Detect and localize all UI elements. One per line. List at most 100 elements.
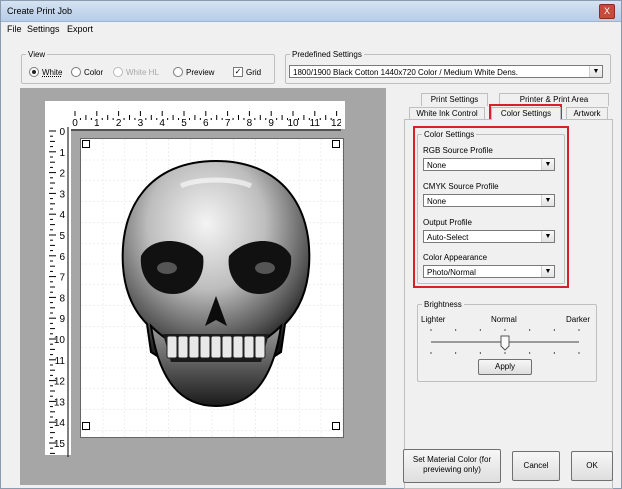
slider-tick — [553, 329, 555, 331]
cmyk-source-label: CMYK Source Profile — [423, 182, 499, 191]
cmyk-source-select[interactable]: None ▼ — [423, 194, 555, 207]
brightness-lighter-label: Lighter — [421, 315, 446, 324]
output-profile-select[interactable]: Auto-Select ▼ — [423, 230, 555, 243]
ruler-label: 3 — [59, 189, 65, 200]
ruler-label: 2 — [59, 169, 65, 180]
ruler-label: 0 — [59, 127, 65, 138]
chevron-down-icon: ▼ — [541, 266, 554, 277]
chevron-down-icon: ▼ — [541, 231, 554, 242]
slider-tick — [455, 329, 457, 331]
ok-button[interactable]: OK — [571, 451, 613, 481]
rgb-source-label: RGB Source Profile — [423, 146, 493, 155]
radio-white[interactable]: White — [29, 67, 62, 77]
ruler-label: 12 — [54, 377, 66, 388]
radio-indicator — [173, 67, 183, 77]
resize-handle[interactable] — [332, 422, 340, 430]
radio-color[interactable]: Color — [71, 67, 103, 77]
radio-preview[interactable]: Preview — [173, 67, 214, 77]
ruler-label: 10 — [287, 118, 299, 129]
output-profile-label: Output Profile — [423, 218, 472, 227]
ruler-label: 6 — [59, 252, 65, 263]
ruler-label: 6 — [203, 118, 209, 129]
radio-indicator — [113, 67, 123, 77]
radio-white-hl: White HL — [113, 67, 159, 77]
cancel-button[interactable]: Cancel — [512, 451, 560, 481]
skull-tooth — [210, 335, 222, 359]
slider-tick — [529, 352, 531, 354]
brightness-darker-label: Darker — [566, 315, 591, 324]
grid-checkbox[interactable]: ✓ Grid — [233, 67, 261, 77]
brightness-normal-label: Normal — [491, 315, 517, 324]
resize-handle[interactable] — [82, 422, 90, 430]
ruler-label: 5 — [181, 118, 187, 129]
ruler-label: 1 — [94, 118, 100, 129]
set-material-color-button[interactable]: Set Material Color (for previewing only) — [403, 449, 501, 483]
ruler-label: 7 — [59, 273, 65, 284]
apply-button[interactable]: Apply — [478, 359, 532, 375]
ruler-label: 15 — [54, 439, 66, 450]
ruler-label: 10 — [54, 335, 66, 346]
skull-artwork[interactable] — [111, 156, 321, 411]
predefined-settings-legend: Predefined Settings — [292, 50, 362, 59]
menu-bar: File Settings Export — [1, 22, 621, 36]
predefined-settings-select[interactable]: 1800/1900 Black Cotton 1440x720 Color / … — [289, 65, 603, 78]
slider-tick — [479, 352, 481, 354]
ruler-label: 8 — [59, 293, 65, 304]
skull-tooth — [243, 335, 255, 359]
skull-tooth — [232, 335, 244, 359]
brightness-legend: Brightness — [424, 300, 462, 309]
vertical-ruler: 012345678910111213141516 — [49, 127, 69, 457]
ruler-label: 1 — [59, 148, 65, 159]
menu-settings[interactable]: Settings — [27, 24, 60, 34]
ruler-label: 13 — [54, 397, 66, 408]
chevron-down-icon: ▼ — [541, 159, 554, 170]
tab-color-settings[interactable]: Color Settings — [491, 107, 561, 120]
ruler-label: 2 — [116, 118, 122, 129]
rgb-source-select[interactable]: None ▼ — [423, 158, 555, 171]
ruler-label: 12 — [331, 118, 341, 129]
ruler-label: 4 — [159, 118, 165, 129]
title-bar: Create Print Job X — [1, 1, 621, 22]
skull-tooth — [199, 335, 211, 359]
slider-tick — [455, 352, 457, 354]
ruler-label: 11 — [55, 356, 66, 367]
menu-export[interactable]: Export — [67, 24, 93, 34]
skull-tooth — [177, 335, 189, 359]
slider-thumb — [500, 335, 510, 351]
slider-tick — [504, 329, 506, 331]
window-title: Create Print Job — [7, 6, 73, 16]
tab-print-settings[interactable]: Print Settings — [421, 93, 488, 106]
ruler-label: 8 — [247, 118, 253, 129]
checkmark-icon: ✓ — [233, 67, 243, 77]
view-group-legend: View — [28, 50, 46, 59]
brightness-slider[interactable] — [425, 327, 585, 357]
color-appearance-select[interactable]: Photo/Normal ▼ — [423, 265, 555, 278]
skull-tooth — [166, 335, 178, 359]
ruler-label: 4 — [59, 210, 65, 221]
horizontal-ruler: 0 1 2 3 4 5 6 7 8 9 10 11 12 — [71, 111, 341, 131]
ruler-label: 14 — [54, 418, 66, 429]
create-print-job-window: Create Print Job X File Settings Export … — [0, 0, 622, 489]
resize-handle[interactable] — [82, 140, 90, 148]
slider-tick — [479, 329, 481, 331]
radio-indicator — [71, 67, 81, 77]
skull-tooth — [188, 335, 200, 359]
radio-indicator — [29, 67, 39, 77]
slider-tick — [529, 329, 531, 331]
skull-tooth — [254, 335, 266, 359]
chevron-down-icon: ▼ — [589, 66, 602, 77]
close-icon[interactable]: X — [599, 4, 615, 19]
ruler-label: 11 — [310, 118, 321, 129]
ruler-label: 9 — [268, 118, 274, 129]
slider-tick — [430, 329, 432, 331]
ruler-label: 3 — [138, 118, 144, 129]
slider-tick — [504, 352, 506, 354]
slider-tick — [430, 352, 432, 354]
ruler-label: 7 — [225, 118, 231, 129]
chevron-down-icon: ▼ — [541, 195, 554, 206]
resize-handle[interactable] — [332, 140, 340, 148]
ruler-label: 9 — [59, 314, 65, 325]
slider-tick — [553, 352, 555, 354]
menu-file[interactable]: File — [7, 24, 22, 34]
slider-tick — [578, 352, 580, 354]
